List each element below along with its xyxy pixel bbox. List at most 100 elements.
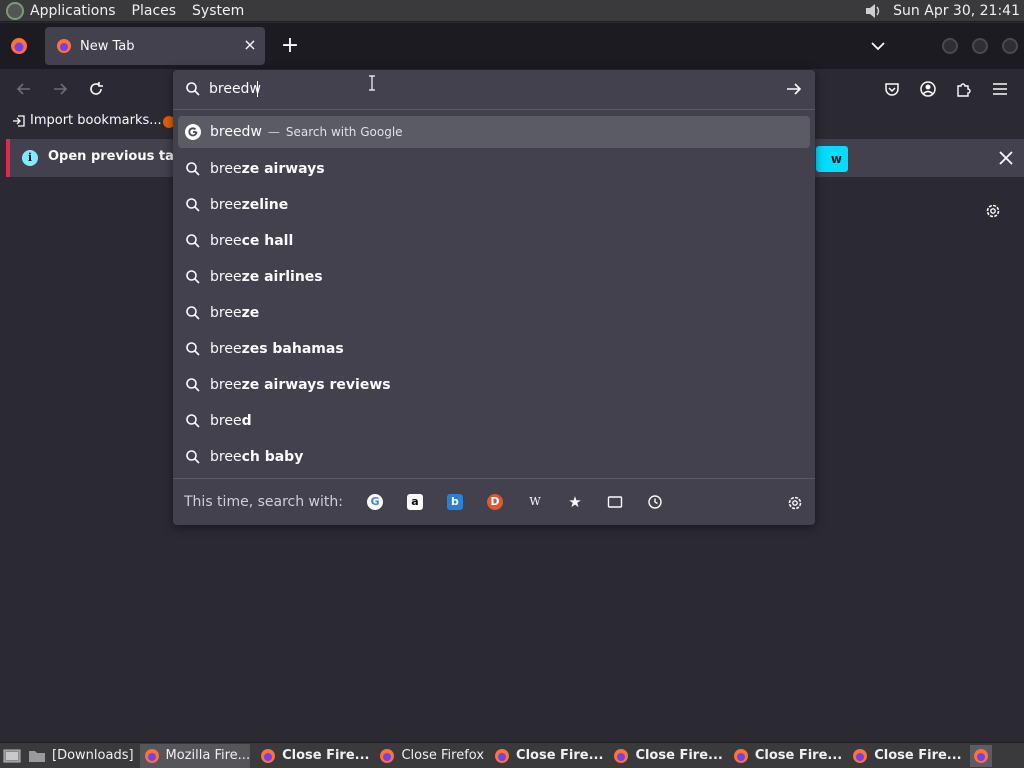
suggestion-item[interactable]: breezes bahamas <box>178 331 810 367</box>
gear-icon[interactable] <box>984 202 1002 220</box>
suggestion-completion: ze airways <box>241 161 325 177</box>
suggestion-item[interactable]: breeze <box>178 295 810 331</box>
go-arrow-icon[interactable] <box>785 81 803 97</box>
google-icon <box>185 124 201 140</box>
url-input[interactable] <box>209 79 769 99</box>
forward-icon[interactable] <box>50 79 70 99</box>
urlbar-popup: breedw — Search with Google breeze airwa… <box>173 70 815 525</box>
pocket-icon[interactable] <box>882 79 902 99</box>
firefox-icon <box>495 748 510 763</box>
suggestion-item[interactable]: breezeline <box>178 187 810 223</box>
taskbar-window-button[interactable]: Close Fire... <box>609 744 723 768</box>
tab-title: New Tab <box>80 38 135 54</box>
show-desktop-icon[interactable] <box>2 747 22 765</box>
suggestion-list: breedw — Search with Google breeze airwa… <box>178 116 810 475</box>
search-settings-gear-icon[interactable] <box>786 494 804 512</box>
divider <box>173 109 815 110</box>
engine-duckduckgo-button[interactable]: D <box>475 487 515 517</box>
duckduckgo-icon: D <box>486 494 503 510</box>
chevron-down-icon[interactable] <box>868 37 888 55</box>
suggestion-completion: ze airlines <box>241 269 323 285</box>
taskbar-window-button[interactable]: Close Fire... <box>256 744 369 768</box>
suggestion-text: breeze <box>210 305 259 321</box>
suggestion-completion: ch baby <box>241 449 304 465</box>
reload-icon[interactable] <box>86 79 106 99</box>
taskbar-window-button[interactable]: [Downloads] <box>28 744 134 768</box>
suggestion-completion: d <box>241 413 252 429</box>
suggestion-item[interactable]: breece hall <box>178 223 810 259</box>
one-off-search-bar: This time, search with: G a b D W ★ <box>173 479 815 525</box>
minimize-button[interactable] <box>942 38 958 54</box>
taskbar-window-label: Close Fire... <box>282 748 370 763</box>
close-icon[interactable] <box>996 148 1016 168</box>
notification-action-button[interactable]: w <box>816 146 848 172</box>
places-menu[interactable]: Places <box>132 3 177 19</box>
ibeam-cursor-icon <box>369 75 375 91</box>
taskbar-window-label: Close Fire... <box>516 748 604 763</box>
system-menu[interactable]: System <box>192 3 244 19</box>
history-icon <box>648 495 662 509</box>
suggestion-item[interactable]: breeze airlines <box>178 259 810 295</box>
folder-icon <box>29 750 45 762</box>
search-icon <box>186 198 200 212</box>
suggestion-separator: — <box>267 125 280 139</box>
taskbar-window-button[interactable]: Mozilla Fire... <box>139 743 251 768</box>
close-tab-icon[interactable]: × <box>243 37 257 53</box>
taskbar-window-label: Mozilla Fire... <box>165 748 251 763</box>
suggestion-completion: zeline <box>241 197 289 213</box>
taskbar-window-button[interactable]: Close Fire... <box>848 744 962 768</box>
search-history-button[interactable] <box>635 487 675 517</box>
maximize-button[interactable] <box>972 38 988 54</box>
suggestion-item[interactable]: breech baby <box>178 439 810 475</box>
taskbar-window-label: Close Fire... <box>635 748 723 763</box>
new-tab-button[interactable]: + <box>279 35 301 57</box>
suggestion-completion: zes bahamas <box>241 341 344 357</box>
suggestion-completion: ze airways reviews <box>241 377 391 393</box>
search-icon <box>186 234 200 248</box>
taskbar-window-button[interactable]: Close Fire... <box>490 744 603 768</box>
search-icon <box>186 414 200 428</box>
account-icon[interactable] <box>918 79 938 99</box>
clock[interactable]: Sun Apr 30, 21:41 <box>893 3 1020 19</box>
tab-new-tab[interactable]: New Tab × <box>45 27 265 65</box>
taskbar-window-label: [Downloads] <box>52 748 134 763</box>
search-icon <box>186 162 200 176</box>
bookmarks-icon: ★ <box>568 493 582 511</box>
bottom-taskbar: [Downloads] Mozilla Fire... Close Fire... C… <box>0 742 1024 768</box>
search-icon <box>186 450 200 464</box>
back-icon[interactable] <box>14 79 34 99</box>
search-bookmarks-button[interactable]: ★ <box>555 487 595 517</box>
suggestion-item[interactable]: breeze airways <box>178 151 810 187</box>
engine-bing-button[interactable]: b <box>435 487 475 517</box>
firefox-icon <box>144 748 159 763</box>
suggestion-item[interactable]: breed <box>178 403 810 439</box>
taskbar-window-label: Close Fire... <box>874 748 962 763</box>
taskbar-window-button[interactable]: Close Fire... <box>729 744 842 768</box>
close-window-button[interactable] <box>1002 38 1018 54</box>
menu-icon[interactable] <box>990 79 1010 99</box>
suggestion-item[interactable]: breeze airways reviews <box>178 367 810 403</box>
volume-icon[interactable] <box>863 2 883 20</box>
suggestion-typed: bree <box>210 377 242 393</box>
suggestion-completion: ze <box>241 305 260 321</box>
taskbar-window-label: Close Fire... <box>754 748 843 763</box>
urlbar <box>173 70 815 108</box>
engine-google-button[interactable]: G <box>355 487 395 517</box>
import-bookmarks-button[interactable]: Import bookmarks... <box>12 113 162 128</box>
engine-wikipedia-button[interactable]: W <box>515 487 555 517</box>
applications-menu[interactable]: Applications <box>30 3 116 19</box>
extensions-icon[interactable] <box>954 79 974 99</box>
taskbar-window-label: Close Firefox <box>401 748 485 763</box>
taskbar-firefox-launcher[interactable] <box>969 744 992 767</box>
search-icon <box>186 270 200 284</box>
suggestion-text: breezeline <box>210 197 288 213</box>
taskbar-window-button[interactable]: Close Firefox <box>375 744 484 768</box>
search-tabs-button[interactable] <box>595 487 635 517</box>
firefox-icon <box>853 748 868 763</box>
search-icon <box>186 378 200 392</box>
gnome-logo-icon[interactable] <box>6 1 24 20</box>
engine-amazon-button[interactable]: a <box>395 487 435 517</box>
firefox-view-icon[interactable] <box>10 37 28 55</box>
search-with-label: This time, search with: <box>184 494 343 510</box>
suggestion-search-with-google[interactable]: breedw — Search with Google <box>178 116 810 148</box>
